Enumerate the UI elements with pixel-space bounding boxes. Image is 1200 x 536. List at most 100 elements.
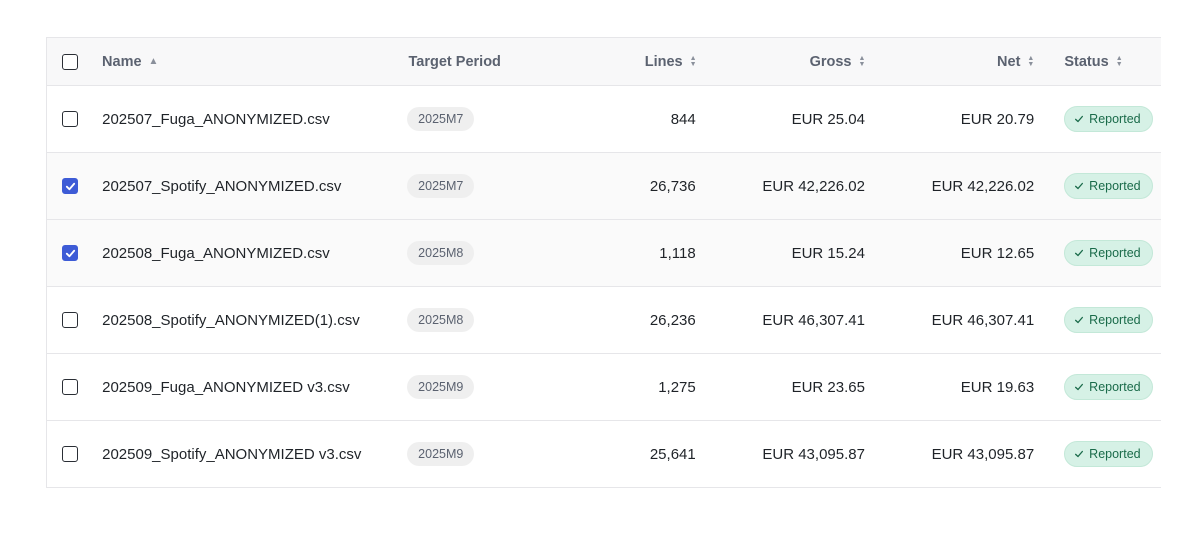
file-name-cell: 202507_Fuga_ANONYMIZED.csv [102, 86, 413, 152]
net-value: EUR 42,226.02 [931, 177, 1035, 195]
lines-cell: 26,736 [562, 153, 696, 219]
row-select-cell [47, 354, 102, 420]
status-badge: Reported [1064, 441, 1153, 467]
check-icon [1075, 450, 1084, 458]
check-icon [1075, 249, 1084, 257]
table-row[interactable]: 202508_Spotify_ANONYMIZED(1).csv 2025M8 … [47, 287, 1161, 354]
table-row[interactable]: 202509_Fuga_ANONYMIZED v3.csv 2025M9 1,2… [47, 354, 1161, 421]
status-badge: Reported [1064, 240, 1153, 266]
net-cell: EUR 12.65 [865, 220, 1034, 286]
target-period-cell: 2025M9 [407, 421, 562, 487]
row-checkbox[interactable] [62, 379, 78, 395]
gross-cell: EUR 42,226.02 [696, 153, 865, 219]
row-checkbox[interactable] [62, 312, 78, 328]
file-name[interactable]: 202507_Fuga_ANONYMIZED.csv [102, 111, 330, 128]
net-cell: EUR 43,095.87 [865, 421, 1035, 487]
file-name[interactable]: 202507_Spotify_ANONYMIZED.csv [102, 178, 341, 195]
status-label: Reported [1089, 380, 1141, 394]
lines-value: 26,236 [649, 311, 696, 329]
lines-cell: 26,236 [562, 287, 696, 353]
file-name-cell: 202509_Spotify_ANONYMIZED v3.csv [102, 421, 413, 487]
table-row[interactable]: 202509_Spotify_ANONYMIZED v3.csv 2025M9 … [47, 421, 1161, 488]
gross-value: EUR 23.65 [791, 378, 865, 396]
check-icon [65, 182, 75, 190]
net-value: EUR 20.79 [960, 110, 1035, 128]
net-value: EUR 19.63 [960, 378, 1035, 396]
table-row[interactable]: 202507_Fuga_ANONYMIZED.csv 2025M7 844 EU… [47, 86, 1161, 153]
net-value: EUR 43,095.87 [931, 445, 1035, 463]
status-cell: Reported [1034, 153, 1161, 219]
status-label: Reported [1089, 179, 1141, 193]
target-period-chip: 2025M9 [407, 375, 475, 399]
net-value: EUR 46,307.41 [931, 311, 1035, 329]
status-cell: Reported [1034, 220, 1161, 286]
select-all-checkbox[interactable] [62, 53, 78, 70]
gross-cell: EUR 23.65 [696, 354, 865, 420]
net-value: EUR 12.65 [960, 244, 1035, 262]
sort-asc-icon: ▲ [148, 55, 159, 67]
gross-value: EUR 43,095.87 [762, 445, 865, 463]
select-all-cell [47, 38, 102, 85]
check-icon [1075, 383, 1084, 391]
table-row[interactable]: 202507_Spotify_ANONYMIZED.csv 2025M7 26,… [47, 153, 1161, 220]
sort-both-icon: ▲ ▼ [858, 54, 866, 68]
column-header-gross[interactable]: Gross ▲ ▼ [697, 38, 866, 85]
target-period-cell: 2025M7 [407, 153, 562, 219]
lines-value: 1,118 [659, 244, 696, 262]
status-label: Reported [1089, 112, 1141, 126]
row-checkbox[interactable] [62, 178, 78, 194]
status-badge: Reported [1064, 173, 1153, 199]
file-name[interactable]: 202509_Spotify_ANONYMIZED v3.csv [102, 446, 361, 463]
lines-cell: 844 [562, 86, 696, 152]
file-name[interactable]: 202508_Fuga_ANONYMIZED.csv [102, 245, 330, 262]
target-period-cell: 2025M7 [407, 86, 562, 152]
status-cell: Reported [1034, 287, 1161, 353]
gross-cell: EUR 46,307.41 [696, 287, 865, 353]
target-period-chip: 2025M8 [407, 308, 475, 332]
status-label: Reported [1089, 313, 1141, 327]
check-icon [65, 249, 75, 257]
target-period-cell: 2025M9 [407, 354, 562, 420]
column-header-lines[interactable]: Lines ▲ ▼ [563, 38, 697, 85]
check-icon [1075, 182, 1084, 190]
column-header-lines-label: Lines [644, 53, 683, 70]
row-checkbox[interactable] [62, 245, 78, 261]
status-label: Reported [1089, 246, 1141, 260]
row-select-cell [47, 153, 102, 219]
lines-value: 1,275 [658, 378, 696, 396]
column-header-name-label: Name [102, 53, 142, 70]
table-row[interactable]: 202508_Fuga_ANONYMIZED.csv 2025M8 1,118 … [47, 220, 1161, 287]
column-header-status[interactable]: Status ▲ ▼ [1034, 38, 1161, 85]
target-period-cell: 2025M8 [407, 220, 562, 286]
sort-both-icon: ▲ ▼ [689, 54, 697, 68]
gross-cell: EUR 15.24 [696, 220, 865, 286]
status-cell: Reported [1034, 421, 1161, 487]
row-checkbox[interactable] [62, 111, 78, 127]
column-header-net-label: Net [997, 53, 1021, 70]
target-period-chip: 2025M7 [407, 174, 475, 198]
row-select-cell [47, 287, 102, 353]
table-header-row: Name ▲ Target Period Lines ▲ ▼ Gross ▲ ▼ N… [47, 38, 1161, 86]
lines-value: 25,641 [649, 445, 696, 463]
sort-both-icon: ▲ ▼ [1027, 54, 1035, 68]
files-table: Name ▲ Target Period Lines ▲ ▼ Gross ▲ ▼ N… [46, 37, 1161, 488]
check-icon [1075, 316, 1084, 324]
row-select-cell [47, 220, 102, 286]
column-header-gross-label: Gross [809, 53, 852, 70]
lines-value: 844 [670, 110, 696, 128]
check-icon [1075, 115, 1084, 123]
column-header-net[interactable]: Net ▲ ▼ [865, 38, 1034, 85]
status-cell: Reported [1034, 86, 1161, 152]
file-name[interactable]: 202509_Fuga_ANONYMIZED v3.csv [102, 379, 350, 396]
lines-cell: 25,641 [562, 421, 696, 487]
gross-cell: EUR 43,095.87 [696, 421, 865, 487]
row-checkbox[interactable] [62, 446, 78, 462]
file-name-cell: 202509_Fuga_ANONYMIZED v3.csv [102, 354, 413, 420]
file-name[interactable]: 202508_Spotify_ANONYMIZED(1).csv [102, 312, 360, 329]
status-label: Reported [1089, 447, 1141, 461]
file-name-cell: 202508_Fuga_ANONYMIZED.csv [102, 220, 413, 286]
file-name-cell: 202507_Spotify_ANONYMIZED.csv [102, 153, 413, 219]
lines-cell: 1,275 [562, 354, 696, 420]
column-header-name[interactable]: Name ▲ [102, 38, 412, 85]
target-period-cell: 2025M8 [407, 287, 562, 353]
